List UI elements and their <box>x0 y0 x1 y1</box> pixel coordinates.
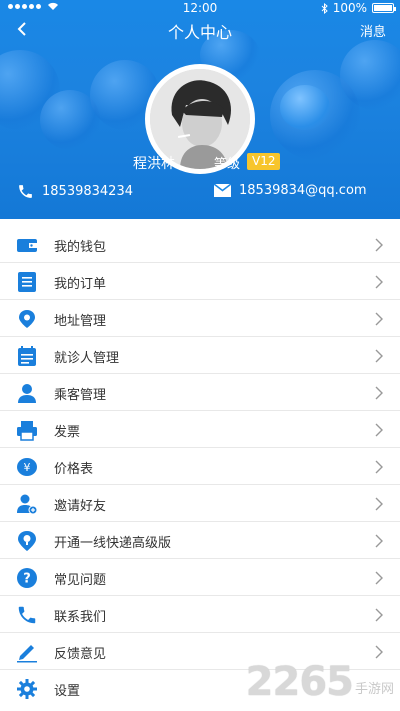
pencil-icon <box>17 645 37 663</box>
menu-label: 常见问题 <box>54 573 107 588</box>
profile-page: 12:00 100% 个人中心 消息 程洪林 等级 V12 1853983423… <box>0 0 400 711</box>
battery-icon <box>372 3 396 13</box>
person-icon <box>18 384 36 403</box>
menu-item-invite[interactable]: 邀请好友 <box>0 485 400 522</box>
chevron-right-icon <box>375 386 383 400</box>
chevron-right-icon <box>375 534 383 548</box>
battery-percent: 100% <box>332 1 367 15</box>
menu-label: 邀请好友 <box>54 499 107 514</box>
profile-header: 12:00 100% 个人中心 消息 程洪林 等级 V12 1853983423… <box>0 0 400 219</box>
chevron-right-icon <box>375 423 383 437</box>
nav-bar: 个人中心 消息 <box>0 16 400 44</box>
menu-label: 发票 <box>54 425 81 440</box>
svg-text:?: ? <box>23 572 31 587</box>
level-label: 等级 <box>214 157 241 172</box>
watermark-suffix: 手游网 <box>354 682 394 697</box>
menu-item-wallet[interactable]: 我的钱包 <box>0 226 400 263</box>
menu-item-contact[interactable]: 联系我们 <box>0 596 400 633</box>
menu-item-invoice[interactable]: 发票 <box>0 411 400 448</box>
phone-icon <box>19 185 32 198</box>
site-watermark: 2265 手游网 <box>246 659 394 705</box>
chevron-right-icon <box>375 275 383 289</box>
menu-label: 反馈意见 <box>54 647 107 662</box>
add-friend-icon <box>17 494 38 515</box>
menu-label: 价格表 <box>54 462 94 477</box>
menu-item-patients[interactable]: 就诊人管理 <box>0 337 400 374</box>
page-title: 个人中心 <box>167 23 232 42</box>
menu-label: 地址管理 <box>54 314 107 329</box>
chevron-right-icon <box>375 645 383 659</box>
message-button[interactable]: 消息 <box>360 21 386 40</box>
menu-item-passengers[interactable]: 乘客管理 <box>0 374 400 411</box>
wallet-icon <box>17 239 37 252</box>
watermark-number: 2265 <box>245 659 354 705</box>
menu-label: 开通一线快递高级版 <box>54 536 172 551</box>
email-address: 18539834@qq.com <box>239 183 367 198</box>
status-bar: 12:00 100% <box>0 0 400 16</box>
menu-item-address[interactable]: 地址管理 <box>0 300 400 337</box>
svg-text:¥: ¥ <box>24 461 31 474</box>
chevron-right-icon <box>375 460 383 474</box>
premium-pin-icon <box>18 531 36 551</box>
printer-icon <box>17 421 37 441</box>
menu-item-faq[interactable]: ? 常见问题 <box>0 559 400 596</box>
menu-label: 就诊人管理 <box>54 351 120 366</box>
bluetooth-icon <box>321 2 328 14</box>
question-icon: ? <box>17 568 37 588</box>
location-icon <box>19 310 35 328</box>
chevron-right-icon <box>375 571 383 585</box>
gear-icon <box>17 679 37 699</box>
menu-label: 联系我们 <box>54 610 107 625</box>
chevron-right-icon <box>375 349 383 363</box>
email-contact: 18539834@qq.com <box>214 183 367 198</box>
chevron-right-icon <box>375 238 383 252</box>
menu-item-orders[interactable]: 我的订单 <box>0 263 400 300</box>
menu-list: 我的钱包 我的订单 地址管理 就诊人管理 乘客管理 发票 ¥ 价格表 邀请好友 … <box>0 226 400 707</box>
menu-item-price-list[interactable]: ¥ 价格表 <box>0 448 400 485</box>
chevron-right-icon <box>375 608 383 622</box>
user-name: 程洪林 <box>133 156 175 172</box>
menu-label: 设置 <box>54 684 81 699</box>
phone-icon <box>18 606 36 624</box>
vip-badge: V12 <box>247 153 281 170</box>
order-list-icon <box>18 272 36 292</box>
menu-item-premium[interactable]: 开通一线快递高级版 <box>0 522 400 559</box>
yuan-icon: ¥ <box>17 458 37 476</box>
menu-label: 我的钱包 <box>54 240 107 255</box>
menu-label: 我的订单 <box>54 277 107 292</box>
menu-label: 乘客管理 <box>54 388 107 403</box>
phone-contact: 18539834234 <box>17 183 133 200</box>
calendar-icon <box>18 346 36 366</box>
phone-number: 18539834234 <box>42 184 133 199</box>
mail-icon <box>214 184 231 197</box>
chevron-right-icon <box>375 497 383 511</box>
chevron-right-icon <box>375 312 383 326</box>
